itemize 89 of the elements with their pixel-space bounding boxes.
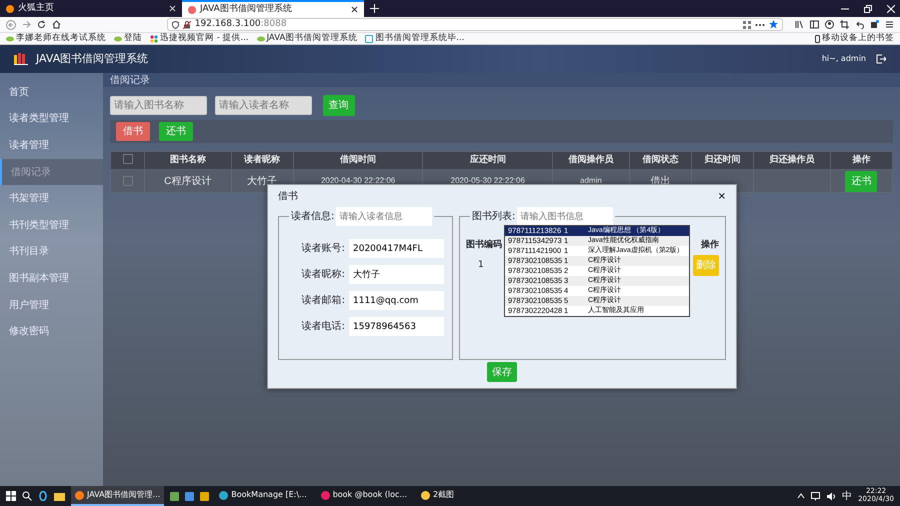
field-label: 读者邮箱: bbox=[300, 294, 345, 308]
leaf-icon bbox=[256, 34, 265, 42]
library-icon[interactable] bbox=[795, 20, 804, 29]
text-field[interactable]: 20200417M4FL bbox=[349, 239, 444, 258]
plus-icon[interactable] bbox=[370, 4, 379, 13]
home-icon[interactable] bbox=[52, 20, 61, 29]
bookmark-link[interactable]: 登陆 bbox=[114, 32, 142, 45]
sidebar-item[interactable]: 读者类型管理 bbox=[0, 106, 103, 132]
table-cell-text: 1 bbox=[478, 258, 484, 272]
close-button[interactable]: × bbox=[718, 188, 726, 204]
browser-tab[interactable]: JAVA图书借阅管理系统 bbox=[182, 0, 364, 17]
undo-icon[interactable] bbox=[855, 20, 864, 29]
back-icon[interactable] bbox=[6, 20, 16, 30]
shield-icon bbox=[172, 20, 179, 28]
taskbar-item[interactable]: 2截图 bbox=[417, 486, 458, 506]
crop-icon[interactable] bbox=[840, 20, 850, 29]
app-title: JAVA图书借阅管理系统 bbox=[36, 50, 148, 67]
lock-slash-icon bbox=[182, 20, 191, 28]
modal-title: 借书 bbox=[278, 190, 298, 204]
menu-icon[interactable] bbox=[885, 20, 894, 29]
restore-icon[interactable] bbox=[864, 4, 872, 12]
table-cell: 2020-05-30 22:22:06 bbox=[450, 176, 525, 185]
book-search-field[interactable]: 请输入图书信息 bbox=[517, 207, 614, 226]
puzzle-icon[interactable] bbox=[870, 20, 880, 29]
reader-search-field[interactable]: 请输入读者信息 bbox=[336, 207, 432, 226]
field-label: 读者昵称: bbox=[300, 268, 345, 282]
app-icon bbox=[320, 490, 330, 500]
legend-label: 读者信息: bbox=[291, 210, 334, 224]
app-icon bbox=[421, 490, 430, 500]
column-header: 操作 bbox=[701, 239, 719, 252]
search-icon[interactable] bbox=[22, 491, 32, 501]
column-header: 读者昵称 bbox=[231, 152, 294, 170]
dots-icon bbox=[150, 34, 158, 42]
table-cell: 2020-04-30 22:22:06 bbox=[320, 176, 396, 185]
account-icon[interactable] bbox=[825, 20, 834, 29]
sidebar-item[interactable]: 读者管理 bbox=[0, 132, 103, 159]
select-all-checkbox[interactable] bbox=[122, 154, 132, 164]
url-text[interactable]: 192.168.3.100:8088 bbox=[194, 18, 287, 32]
taskbar-item[interactable]: book @book (loc... bbox=[316, 486, 412, 506]
bookmark-link[interactable]: 移动设备上的书签 bbox=[815, 32, 894, 45]
table-cell: C程序设计 bbox=[164, 176, 212, 186]
leaf-icon bbox=[114, 34, 122, 42]
network-icon[interactable] bbox=[811, 492, 822, 500]
column-header: 借阅操作员 bbox=[552, 152, 630, 170]
column-header: 归还操作员 bbox=[754, 152, 830, 170]
qr-code-icon[interactable] bbox=[743, 20, 752, 28]
user-greeting: hi~, admin bbox=[822, 53, 866, 65]
windows-icon[interactable] bbox=[6, 491, 16, 501]
app-icon bbox=[75, 490, 84, 500]
text-field[interactable]: 15978964563 bbox=[349, 317, 444, 336]
search-field[interactable]: 请输入图书名称 bbox=[110, 96, 207, 115]
volume-icon[interactable] bbox=[827, 492, 836, 500]
text-field[interactable]: 1111@qq.com bbox=[349, 291, 444, 310]
bookmark-link[interactable]: 李娜老师在线考试系统 bbox=[6, 32, 106, 45]
bookmark-link[interactable]: 图书借阅管理系统毕... bbox=[365, 32, 464, 45]
folder-icon[interactable] bbox=[54, 492, 65, 500]
star-icon[interactable] bbox=[769, 20, 778, 29]
logout-icon[interactable] bbox=[876, 54, 886, 64]
field-label: 读者电话: bbox=[300, 320, 345, 334]
bookmark-link[interactable]: 迅捷视频官网 - 提供... bbox=[150, 32, 249, 45]
sidebar-icon[interactable] bbox=[810, 20, 820, 29]
taskbar-item[interactable]: JAVA图书借阅管理... bbox=[71, 486, 164, 506]
square-icon bbox=[365, 34, 374, 42]
column-header: 图书编码 bbox=[466, 239, 502, 252]
column-header: 图书名称 bbox=[144, 152, 232, 170]
taskbar-item[interactable]: BookManage [E:\... bbox=[215, 486, 311, 506]
close-icon[interactable] bbox=[351, 6, 358, 13]
input-method[interactable]: 中 bbox=[842, 488, 852, 504]
row-checkbox[interactable] bbox=[122, 176, 132, 186]
chevron-up-icon[interactable] bbox=[797, 493, 806, 499]
breadcrumb: 借阅记录 bbox=[103, 73, 900, 87]
table-cell: admin bbox=[580, 176, 602, 185]
bookmark-link[interactable]: JAVA图书借阅管理系统 bbox=[256, 32, 358, 45]
column-header: 借阅时间 bbox=[293, 152, 423, 170]
field-label: 读者账号: bbox=[300, 242, 345, 256]
forward-icon[interactable] bbox=[22, 20, 31, 29]
column-header: 归还时间 bbox=[691, 152, 754, 170]
leaf-icon bbox=[6, 34, 14, 42]
browser-tab[interactable]: 火狐主页 bbox=[0, 0, 182, 17]
search-field[interactable]: 请输入读者名称 bbox=[215, 96, 312, 115]
legend-label: 图书列表: bbox=[472, 210, 516, 224]
column-header: 操作 bbox=[830, 152, 892, 170]
column-header: 应还时间 bbox=[422, 152, 553, 170]
reload-icon[interactable] bbox=[36, 20, 46, 29]
column-header: 借阅状态 bbox=[629, 152, 692, 170]
phone-icon bbox=[815, 34, 820, 42]
more-icon[interactable] bbox=[755, 22, 766, 26]
text-field[interactable]: 大竹子 bbox=[349, 265, 444, 284]
sidebar-item[interactable]: 首页 bbox=[0, 79, 103, 106]
